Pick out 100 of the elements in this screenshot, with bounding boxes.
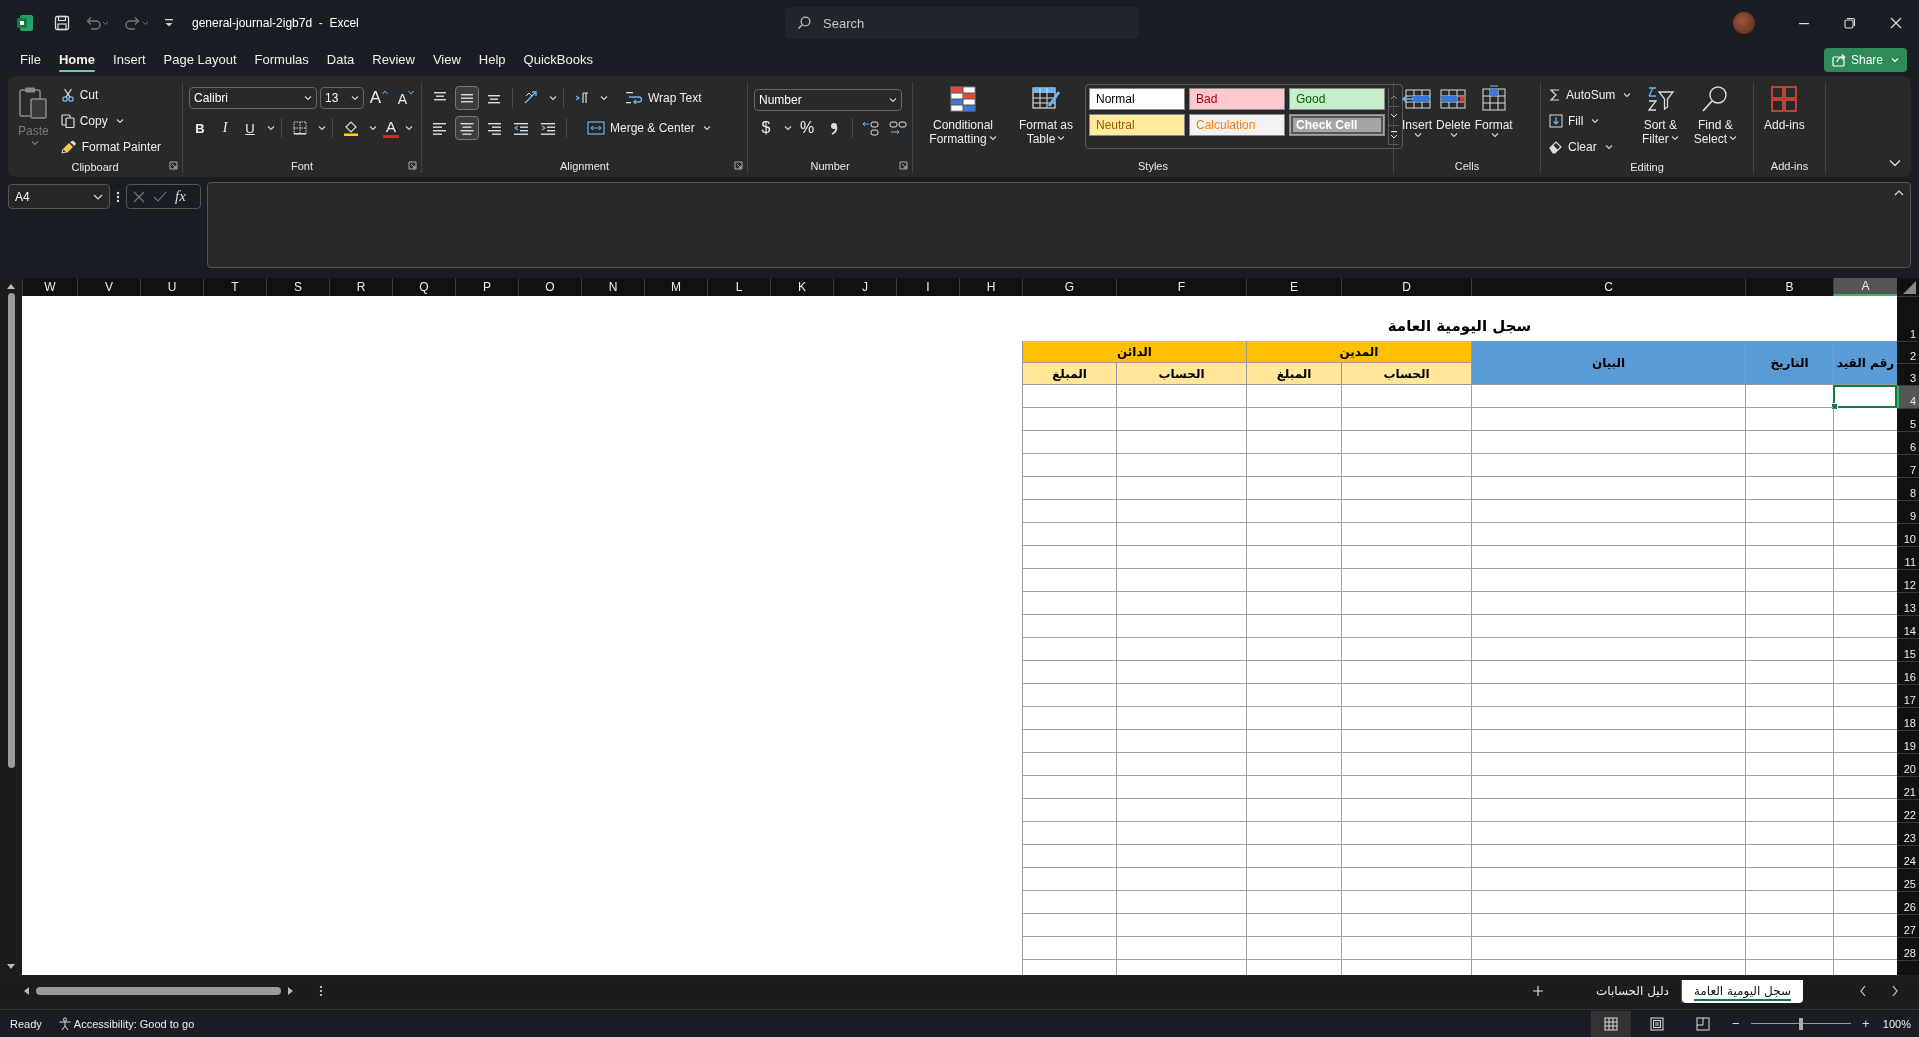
dialog-launcher-icon[interactable] [899,161,908,170]
scrollbar-thumb[interactable] [7,293,15,768]
table-cell[interactable] [1341,707,1471,730]
table-cell[interactable] [1833,868,1897,891]
menu-tab[interactable]: Insert [105,47,154,73]
add-sheet-icon[interactable] [1531,985,1544,997]
undo-icon[interactable] [84,15,110,32]
table-cell[interactable] [1833,891,1897,914]
column-header[interactable]: Q [392,278,455,296]
shrink-font-button[interactable]: A [394,86,418,110]
column-header[interactable]: J [833,278,896,296]
menu-tab[interactable]: Home [50,47,104,73]
table-cell[interactable] [1833,661,1897,684]
currency-button[interactable]: $ [754,116,778,140]
table-cell[interactable] [1116,523,1246,546]
table-cell[interactable] [1471,707,1745,730]
scroll-down-icon[interactable] [6,963,16,971]
table-cell[interactable] [1246,914,1341,937]
table-cell[interactable] [1022,822,1116,845]
table-cell[interactable] [1022,868,1116,891]
scroll-left-icon[interactable] [22,986,30,996]
row-header[interactable]: 28 [1897,937,1919,960]
row-header[interactable]: 3 [1897,363,1919,385]
column-header[interactable]: S [266,278,329,296]
table-cell[interactable] [1471,799,1745,822]
row-header[interactable]: 16 [1897,661,1919,684]
table-cell[interactable] [1116,477,1246,500]
table-cell[interactable] [1116,615,1246,638]
table-cell[interactable] [1246,707,1341,730]
table-cell[interactable] [1246,868,1341,891]
table-cell[interactable] [1246,408,1341,431]
table-cell[interactable] [1116,431,1246,454]
scrollbar-thumb[interactable] [36,987,281,995]
name-box[interactable]: A4 [8,184,110,209]
previous-sheet-icon[interactable] [1859,985,1867,997]
font-color-button[interactable]: A [383,118,399,138]
table-cell[interactable] [1022,500,1116,523]
table-cell[interactable] [1246,615,1341,638]
table-cell[interactable] [1745,891,1833,914]
table-cell[interactable] [1341,615,1471,638]
table-cell[interactable] [1833,500,1897,523]
row-header[interactable]: 21 [1897,776,1919,799]
sheet-tab[interactable]: دليل الحسابات [1583,979,1682,1003]
table-cell[interactable] [1471,615,1745,638]
table-cell[interactable] [1471,477,1745,500]
table-cell[interactable] [1745,845,1833,868]
table-cell[interactable] [1116,822,1246,845]
row-header[interactable]: 15 [1897,638,1919,661]
table-cell[interactable] [1833,753,1897,776]
column-header[interactable]: C [1471,278,1745,296]
table-cell[interactable] [1022,684,1116,707]
table-cell[interactable] [1022,385,1116,408]
search-field[interactable]: Search [785,7,1139,40]
table-cell[interactable] [1246,822,1341,845]
table-cell[interactable] [1341,799,1471,822]
row-header[interactable]: 14 [1897,615,1919,638]
row-header[interactable]: 8 [1897,477,1919,500]
format-as-table-button[interactable]: Format as Table [1011,82,1081,148]
cell-style[interactable]: Normal [1089,88,1185,110]
table-cell[interactable] [1341,914,1471,937]
next-sheet-icon[interactable] [1891,985,1899,997]
sheet-tab[interactable]: سجل اليومية العامة [1681,979,1803,1003]
table-cell[interactable] [1833,431,1897,454]
table-cell[interactable] [1116,776,1246,799]
table-cell[interactable] [1745,914,1833,937]
menu-tab[interactable]: Review [364,47,423,73]
table-cell[interactable] [1246,592,1341,615]
table-cell[interactable] [1116,408,1246,431]
dialog-launcher-icon[interactable] [408,161,417,170]
column-header[interactable]: D [1341,278,1471,296]
dialog-launcher-icon[interactable] [169,161,178,170]
table-cell[interactable] [1246,776,1341,799]
table-cell[interactable] [1745,569,1833,592]
add-ins-button[interactable]: Add-ins [1760,82,1809,134]
table-cell[interactable] [1745,776,1833,799]
font-name-dropdown[interactable]: Calibri [189,87,317,109]
table-cell[interactable] [1471,661,1745,684]
column-header[interactable]: B [1745,278,1833,296]
table-cell[interactable] [1246,523,1341,546]
table-cell[interactable] [1246,845,1341,868]
cell-style[interactable]: Neutral [1089,114,1185,136]
table-cell[interactable] [1022,799,1116,822]
table-cell[interactable] [1833,937,1897,960]
table-cell[interactable] [1116,730,1246,753]
table-cell[interactable] [1116,454,1246,477]
column-header[interactable]: F [1116,278,1246,296]
more-options-icon[interactable] [319,985,323,997]
table-cell[interactable] [1833,638,1897,661]
insert-button[interactable]: Insert [1400,82,1434,144]
table-cell[interactable] [1341,523,1471,546]
align-center-button[interactable] [455,116,479,140]
row-header[interactable]: 5 [1897,408,1919,431]
avatar[interactable] [1733,12,1755,35]
table-cell[interactable] [1745,753,1833,776]
table-cell[interactable] [1246,385,1341,408]
zoom-out-button[interactable]: − [1728,1016,1743,1031]
table-cell[interactable] [1471,385,1745,408]
row-header[interactable]: 12 [1897,569,1919,592]
table-cell[interactable] [1246,500,1341,523]
table-cell[interactable] [1116,868,1246,891]
